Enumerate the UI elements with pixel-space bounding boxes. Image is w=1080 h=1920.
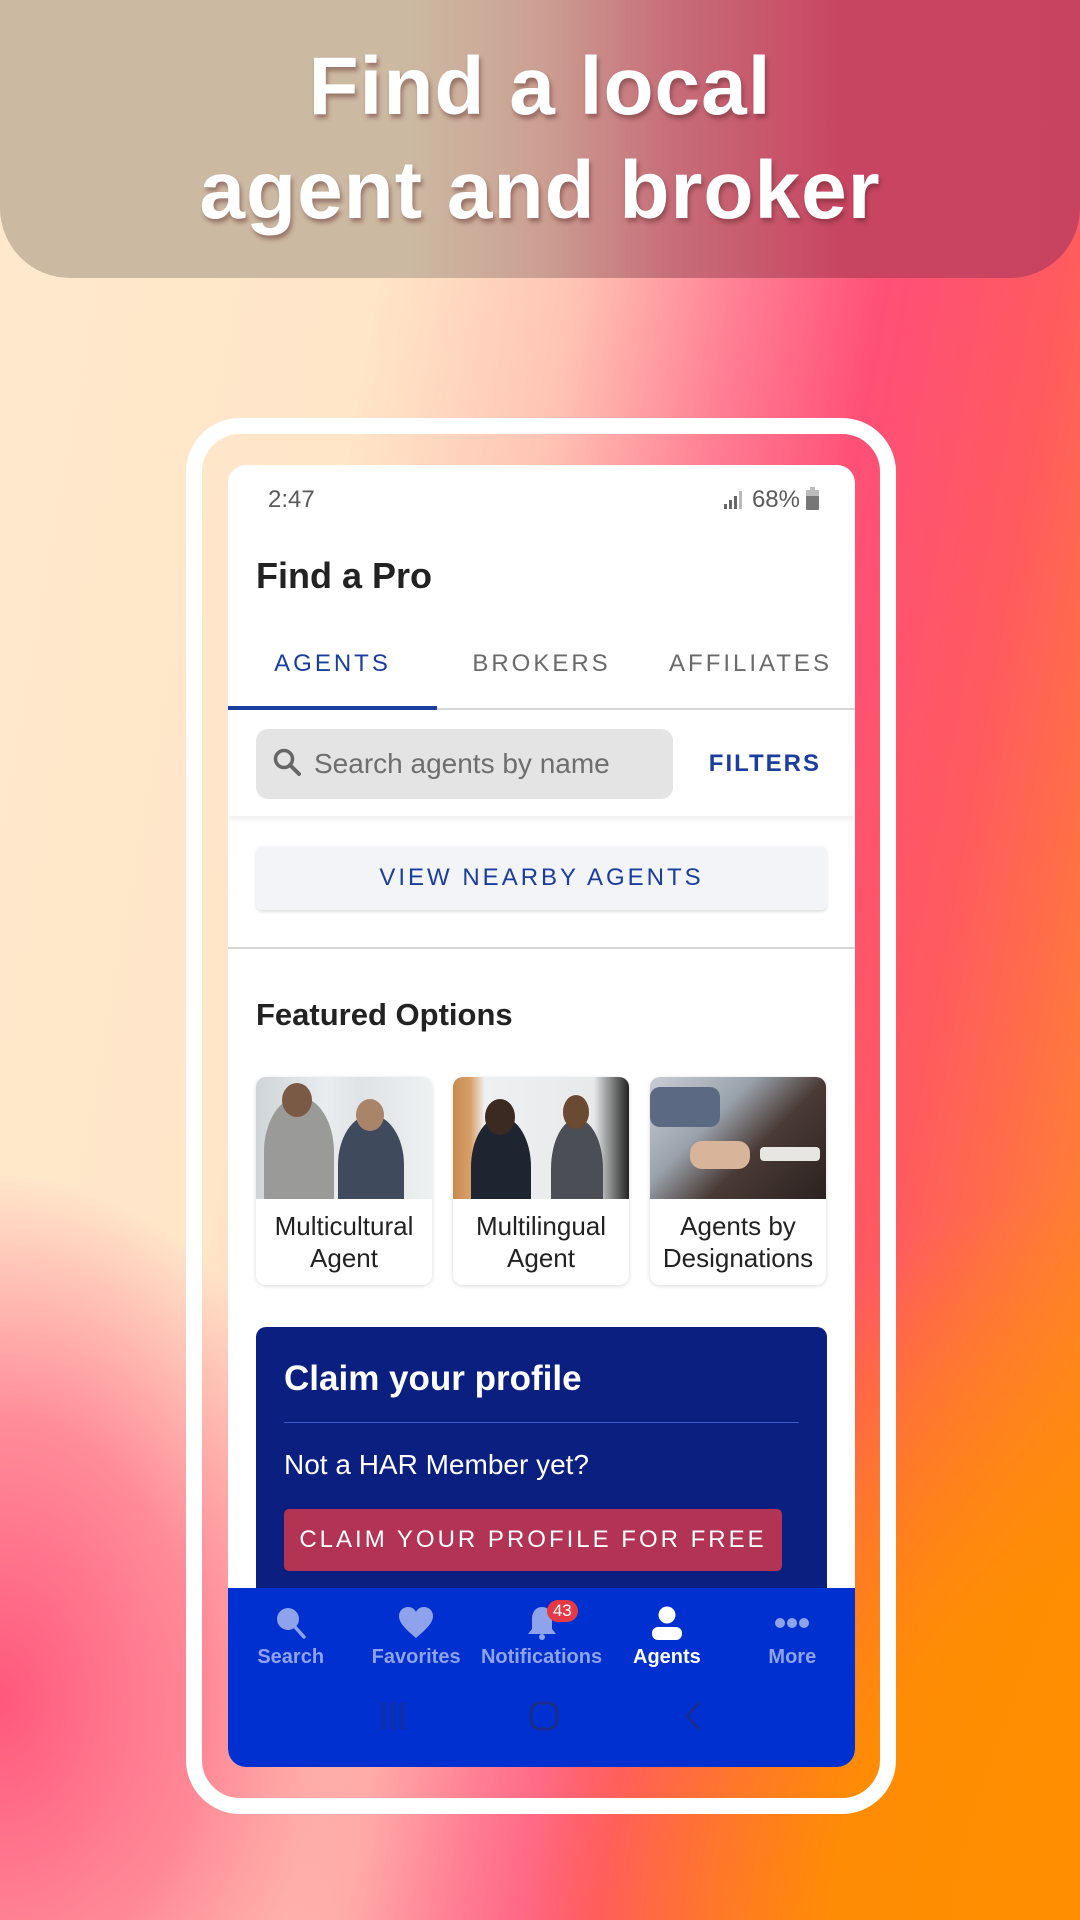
- back-icon[interactable]: [683, 1701, 703, 1736]
- page-title: Find a Pro: [256, 555, 433, 596]
- status-indicators: 68%: [723, 486, 819, 514]
- claim-divider: [284, 1422, 799, 1423]
- view-nearby-agents-button[interactable]: VIEW NEARBY AGENTS: [256, 846, 827, 910]
- claim-profile-card: Claim your profile Not a HAR Member yet?…: [256, 1327, 827, 1627]
- nav-label: Agents: [633, 1646, 701, 1668]
- claim-profile-button[interactable]: CLAIM YOUR PROFILE FOR FREE: [284, 1509, 782, 1571]
- hero-title-line-2: agent and broker: [199, 145, 881, 236]
- status-bar: 2:47 68%: [228, 465, 855, 535]
- tab-bar: AGENTS BROKERS AFFILIATES: [228, 620, 855, 710]
- tab-agents[interactable]: AGENTS: [228, 620, 437, 710]
- claim-profile-title: Claim your profile: [284, 1359, 582, 1398]
- nav-item-search[interactable]: Search: [228, 1604, 353, 1688]
- nav-item-more[interactable]: More: [730, 1604, 855, 1688]
- nav-item-agents[interactable]: Agents: [604, 1604, 729, 1688]
- phone-screen: 2:47 68% Find a Pro AGENTS BROKERS AFFIL…: [228, 465, 855, 1767]
- battery-percent: 68%: [751, 486, 800, 513]
- nav-label: Favorites: [371, 1646, 461, 1668]
- nav-label: Notifications: [480, 1646, 603, 1668]
- battery-icon: [806, 487, 819, 510]
- search-row: FILTERS: [228, 712, 855, 816]
- signal-icon: [723, 491, 742, 509]
- heart-icon: [398, 1604, 434, 1642]
- bottom-navigation: Search Favorites 43 Notifications Agents…: [228, 1588, 855, 1767]
- search-icon: [273, 1604, 309, 1642]
- card-label: Agents by Designations: [662, 1211, 814, 1273]
- person-icon: [650, 1604, 684, 1642]
- hero-title-line-1: Find a local: [308, 41, 772, 132]
- search-box[interactable]: [256, 729, 673, 799]
- more-dots-icon: [774, 1604, 810, 1642]
- system-navigation-bar: [228, 1688, 855, 1748]
- card-label: Multilingual Agent: [475, 1211, 607, 1273]
- status-time: 2:47: [268, 486, 315, 513]
- nav-item-favorites[interactable]: Favorites: [353, 1604, 478, 1688]
- tab-brokers[interactable]: BROKERS: [437, 620, 646, 708]
- claim-profile-subtitle: Not a HAR Member yet?: [284, 1449, 589, 1480]
- nav-label: Search: [257, 1646, 325, 1668]
- section-divider: [228, 947, 855, 949]
- recent-apps-icon[interactable]: [380, 1701, 406, 1736]
- card-label: Multicultural Agent: [274, 1211, 414, 1273]
- featured-card-multilingual-agent[interactable]: Multilingual Agent: [453, 1077, 629, 1285]
- nav-item-notifications[interactable]: 43 Notifications: [479, 1600, 604, 1688]
- notification-count-badge: 43: [546, 1600, 578, 1622]
- featured-card-multicultural-agent[interactable]: Multicultural Agent: [256, 1077, 432, 1285]
- agents-by-designations-image: [650, 1077, 826, 1199]
- multicultural-agent-image: [256, 1077, 432, 1199]
- featured-card-agents-by-designations[interactable]: Agents by Designations: [650, 1077, 826, 1285]
- hero-banner: Find a local agent and broker: [0, 0, 1080, 278]
- featured-options-list: Multicultural Agent Multilingual Agent Age…: [256, 1077, 828, 1285]
- home-icon[interactable]: [529, 1701, 559, 1736]
- search-icon: [272, 747, 302, 782]
- search-input[interactable]: [314, 748, 644, 780]
- multilingual-agent-image: [453, 1077, 629, 1199]
- tab-affiliates[interactable]: AFFILIATES: [646, 620, 855, 708]
- filters-button[interactable]: FILTERS: [709, 750, 821, 778]
- featured-options-heading: Featured Options: [256, 997, 513, 1032]
- nav-label: More: [768, 1646, 817, 1668]
